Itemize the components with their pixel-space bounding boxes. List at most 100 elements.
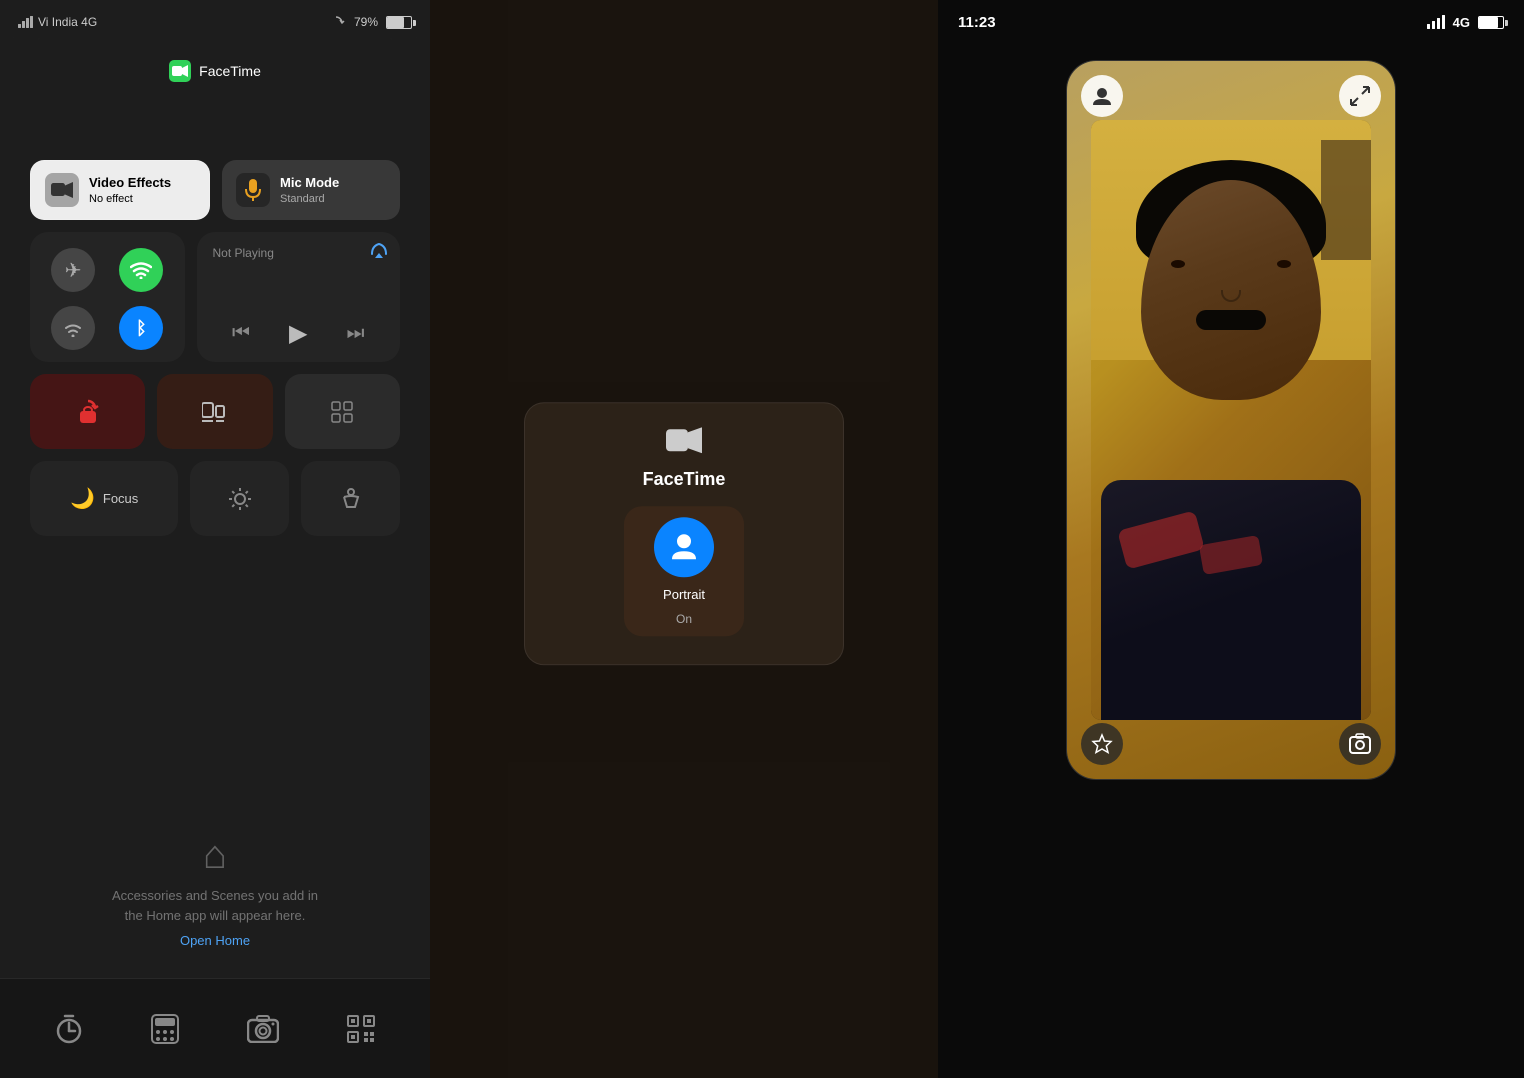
call-video-feed [1067, 61, 1395, 779]
camera-dock-icon [247, 1015, 279, 1043]
camera-flip-icon [1349, 733, 1371, 755]
battery-icon [386, 16, 412, 29]
wifi-alt-icon [63, 319, 83, 337]
home-icon: ⌂ [203, 833, 227, 878]
facetime-header: FaceTime [0, 60, 430, 82]
person-portrait-icon [668, 531, 700, 563]
call-frame [1066, 60, 1396, 780]
bottom-dock [0, 978, 430, 1078]
timer-dock-item[interactable] [54, 1014, 84, 1044]
third-controls-row [30, 374, 400, 449]
controls-area: Video Effects No effect Mic Mode Standar… [30, 160, 400, 536]
wifi-off-button[interactable] [51, 306, 95, 350]
playback-controls: ⏮ ▶ ⏭ [213, 319, 385, 348]
screen-mirror-tile[interactable] [157, 374, 272, 449]
mic-mode-title: Mic Mode [280, 175, 339, 191]
airplay-icon[interactable] [370, 242, 388, 260]
status-bar-right: 11:23 4G [938, 0, 1524, 44]
video-effects-subtitle: No effect [89, 193, 171, 205]
brightness-icon [229, 488, 251, 510]
signal-icon-right [1427, 15, 1445, 29]
shrink-icon [1350, 86, 1370, 106]
now-playing-label: Not Playing [213, 246, 385, 260]
bluetooth-icon: ᛒ [136, 318, 147, 339]
qr-dock-item[interactable] [346, 1014, 376, 1044]
wifi-button[interactable] [119, 248, 163, 292]
bluetooth-button[interactable]: ᛒ [119, 306, 163, 350]
qr-icon [346, 1014, 376, 1044]
person-icon [339, 487, 363, 511]
status-icons-right: 4G [1427, 15, 1504, 30]
video-effects-text: Video Effects No effect [89, 175, 171, 205]
contact-button[interactable] [1081, 75, 1123, 117]
accessibility-tile[interactable] [301, 461, 400, 536]
home-section: ⌂ Accessories and Scenes you add inthe H… [0, 833, 430, 948]
home-text: Accessories and Scenes you add inthe Hom… [112, 886, 318, 925]
brightness-tile[interactable] [190, 461, 289, 536]
mic-mode-subtitle: Standard [280, 193, 339, 205]
facetime-effects-popup: FaceTime Portrait On [524, 402, 844, 665]
fastforward-button[interactable]: ⏭ [346, 322, 364, 345]
video-effects-icon-box [45, 173, 79, 207]
connectivity-tile: ✈ ᛒ [30, 232, 185, 362]
fullscreen-button[interactable] [1339, 75, 1381, 117]
wifi-icon [130, 261, 152, 279]
portrait-label: Portrait [663, 587, 705, 602]
mic-icon [244, 179, 262, 201]
person-face [1091, 120, 1371, 720]
now-playing-tile: Not Playing ⏮ ▶ ⏭ [197, 232, 401, 362]
screen-lock-tile[interactable] [30, 374, 145, 449]
grid-icon [331, 401, 353, 423]
focus-tile[interactable]: 🌙 Focus [30, 461, 178, 536]
mic-mode-text: Mic Mode Standard [280, 175, 339, 205]
rewind-button[interactable]: ⏮ [232, 322, 250, 345]
airplane-mode-button[interactable]: ✈ [51, 248, 95, 292]
network-type-right: 4G [1453, 15, 1470, 30]
video-effects-title: Video Effects [89, 175, 171, 191]
mustache [1196, 310, 1266, 330]
camera-flip-button[interactable] [1339, 723, 1381, 765]
control-center-panel: Vi India 4G 79% FaceTime [0, 0, 430, 1078]
open-home-link[interactable]: Open Home [180, 933, 250, 948]
airplay-icon-svg [370, 242, 388, 260]
facetime-call-panel: 11:23 4G [938, 0, 1524, 1078]
facetime-title: FaceTime [199, 63, 261, 79]
calculator-icon [151, 1014, 179, 1044]
time-display: 11:23 [958, 14, 996, 31]
star-icon [1091, 733, 1113, 755]
carrier-info: Vi India 4G [18, 15, 97, 29]
extra-tile-1[interactable] [285, 374, 400, 449]
video-camera-icon [51, 182, 73, 198]
battery-percent: 79% [354, 15, 378, 29]
status-bar-left: Vi India 4G 79% [0, 0, 430, 44]
focus-label: Focus [103, 491, 138, 506]
battery-area: 79% [326, 15, 412, 29]
facetime-camera-icon-large [666, 427, 702, 453]
star-button[interactable] [1081, 723, 1123, 765]
fourth-controls-row: 🌙 Focus [30, 461, 400, 536]
top-controls-row: Video Effects No effect Mic Mode Standar… [30, 160, 400, 220]
battery-icon-right [1478, 16, 1504, 29]
mirror-icon [202, 401, 228, 423]
video-effects-tile[interactable]: Video Effects No effect [30, 160, 210, 220]
popup-camera-icon [666, 427, 702, 453]
rotation-icon [326, 15, 346, 29]
contact-icon [1091, 85, 1113, 107]
facetime-app-icon [169, 60, 191, 82]
camera-dock-item[interactable] [247, 1015, 279, 1043]
play-button[interactable]: ▶ [289, 319, 307, 348]
portrait-icon [654, 517, 714, 577]
facetime-popup-panel: FaceTime Portrait On [430, 0, 938, 1078]
mic-mode-tile[interactable]: Mic Mode Standard [222, 160, 400, 220]
mic-icon-box [236, 173, 270, 207]
camera-icon-small [172, 65, 188, 77]
lock-rotation-icon [77, 399, 99, 425]
portrait-state: On [676, 612, 692, 626]
popup-facetime-title: FaceTime [643, 469, 726, 490]
signal-icon [18, 16, 34, 28]
portrait-mode-button[interactable]: Portrait On [624, 506, 744, 636]
shirt [1101, 480, 1361, 720]
moon-icon: 🌙 [70, 486, 95, 511]
calculator-dock-item[interactable] [151, 1014, 179, 1044]
timer-icon [54, 1014, 84, 1044]
